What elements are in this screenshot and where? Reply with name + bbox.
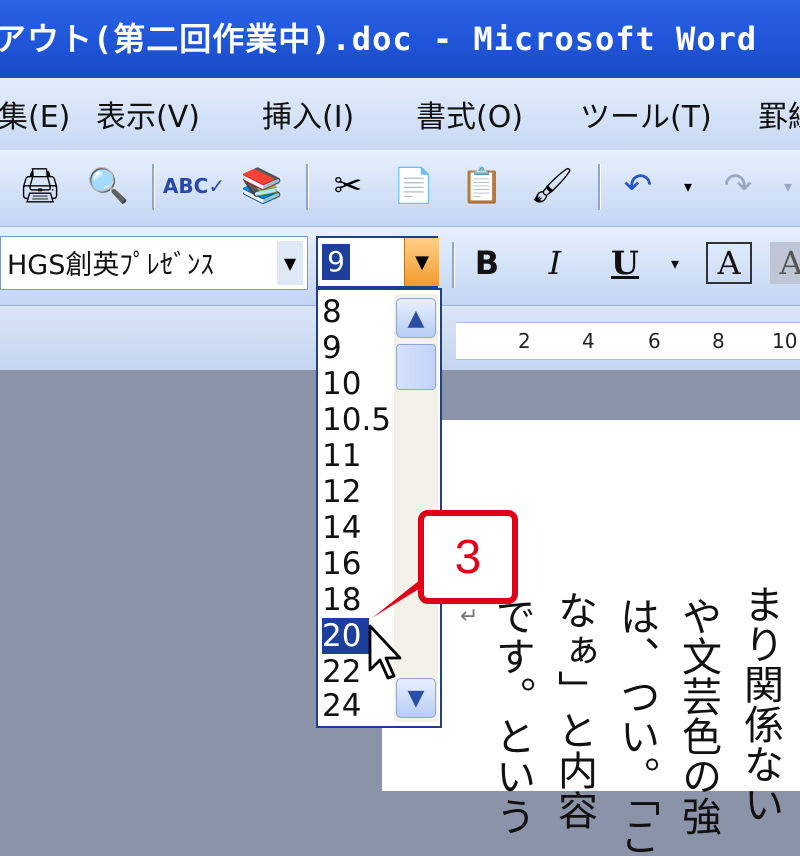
toolbar-separator: [306, 164, 309, 210]
return-mark-icon: ↵: [460, 604, 479, 629]
horizontal-ruler[interactable]: 2 4 6 8 10: [456, 322, 800, 360]
font-size-option[interactable]: 10.5: [322, 402, 391, 438]
document-text-column: なぁ」と内容: [551, 590, 597, 830]
paste-icon[interactable]: 📋: [460, 164, 504, 208]
document-text-column: や文芸色の強: [675, 596, 721, 836]
toolbar-separator: [152, 164, 155, 210]
bold-button[interactable]: B: [466, 242, 508, 284]
print-icon[interactable]: 🖨: [18, 164, 62, 208]
font-size-option[interactable]: 16: [322, 546, 361, 582]
toolbar-separator: [598, 164, 601, 210]
font-size-option[interactable]: 10: [322, 366, 361, 402]
underline-button[interactable]: U: [604, 242, 646, 284]
chevron-down-icon: ▼: [407, 685, 425, 711]
scroll-down-button[interactable]: ▼: [396, 678, 436, 718]
document-text-column: は、つい。「こ: [613, 596, 659, 856]
font-size-value: 9: [322, 244, 350, 280]
standard-toolbar: 🖨 🔍 ABC✓ 📚 ✂ 📄 📋 🖌 ↶ ▾ ↷ ▾: [0, 150, 800, 227]
font-size-option[interactable]: 12: [322, 474, 361, 510]
ruler-tick: 6: [648, 329, 661, 353]
underline-dropdown-icon[interactable]: ▾: [654, 242, 696, 284]
ruler-tick: 2: [518, 329, 531, 353]
font-size-option[interactable]: 24: [322, 688, 361, 724]
font-size-combo[interactable]: 9 ▼: [316, 236, 439, 288]
spelling-icon[interactable]: ABC✓: [163, 164, 225, 208]
font-size-option[interactable]: 8: [322, 294, 342, 330]
ruler-tick: 4: [582, 329, 595, 353]
font-name-value: HGS創英ﾌﾟﾚｾﾞﾝｽ: [7, 250, 214, 281]
menu-edit[interactable]: 集(E): [0, 92, 70, 136]
format-painter-icon[interactable]: 🖌: [530, 164, 574, 208]
scroll-up-button[interactable]: ▲: [396, 298, 436, 338]
menu-view[interactable]: 表示(V): [96, 92, 200, 136]
step-callout: 3: [418, 510, 518, 604]
copy-icon[interactable]: 📄: [392, 164, 436, 208]
menu-insert[interactable]: 挿入(I): [262, 92, 354, 136]
step-number: 3: [454, 530, 482, 584]
menu-bar: 集(E) 表示(V) 挿入(I) 書式(O) ツール(T) 罫線: [0, 78, 800, 151]
chevron-up-icon: ▲: [407, 305, 425, 331]
redo-icon[interactable]: ↷: [716, 164, 760, 208]
font-size-option[interactable]: 11: [322, 438, 361, 474]
ruler-tick: 8: [712, 329, 725, 353]
redo-dropdown-icon[interactable]: ▾: [766, 164, 800, 208]
chevron-down-icon[interactable]: ▼: [277, 241, 303, 285]
char-border-button[interactable]: A: [706, 242, 752, 284]
toolbar-separator: [452, 242, 455, 288]
char-shading-button[interactable]: A: [770, 242, 800, 284]
font-size-option[interactable]: 22: [322, 654, 361, 690]
menu-tools[interactable]: ツール(T): [580, 92, 712, 136]
font-size-option[interactable]: 9: [322, 330, 342, 366]
ruler-tick: 10: [772, 329, 798, 353]
document-text-column: まり関係ない: [737, 584, 783, 824]
undo-icon[interactable]: ↶: [616, 164, 660, 208]
scrollbar-thumb[interactable]: [396, 344, 436, 390]
menu-table[interactable]: 罫線: [758, 92, 800, 136]
window-title: アウト(第二回作業中).doc - Microsoft Word: [0, 20, 758, 58]
chevron-down-icon: ▼: [415, 251, 429, 273]
cut-icon[interactable]: ✂: [326, 164, 370, 208]
font-size-option[interactable]: 18: [322, 582, 361, 618]
font-name-combo[interactable]: HGS創英ﾌﾟﾚｾﾞﾝｽ ▼: [0, 236, 308, 290]
research-icon[interactable]: 📚: [240, 164, 284, 208]
font-size-option[interactable]: 14: [322, 510, 361, 546]
document-text-column: です。という: [489, 596, 535, 836]
mouse-cursor-icon: [368, 624, 402, 680]
undo-dropdown-icon[interactable]: ▾: [666, 164, 710, 208]
italic-button[interactable]: I: [534, 242, 576, 284]
font-size-dropdown-button[interactable]: ▼: [404, 238, 439, 286]
title-bar: アウト(第二回作業中).doc - Microsoft Word: [0, 0, 800, 78]
menu-format[interactable]: 書式(O): [416, 92, 523, 136]
print-preview-icon[interactable]: 🔍: [86, 164, 130, 208]
